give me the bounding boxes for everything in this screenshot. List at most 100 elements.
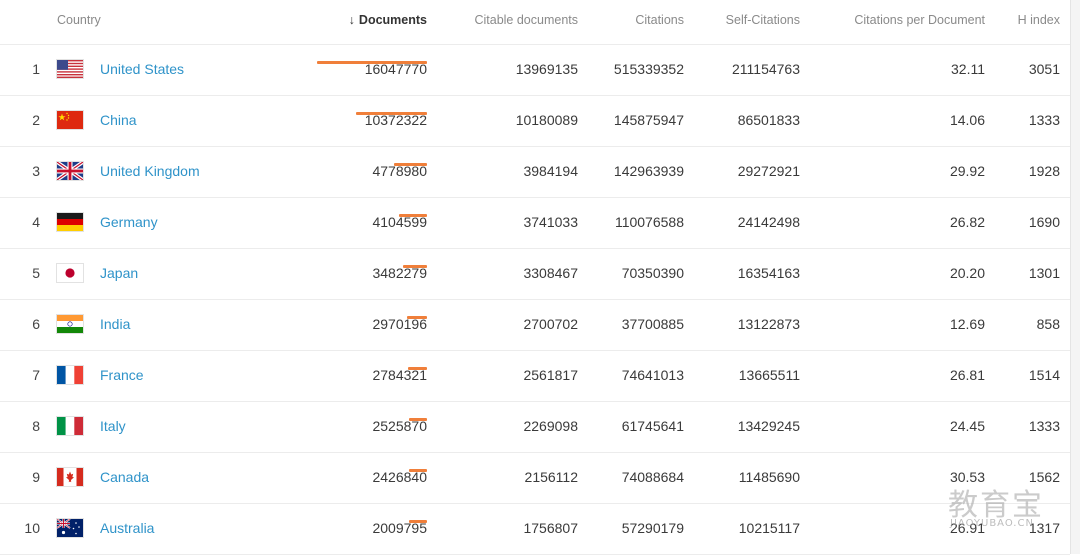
citations-cell: 74641013 [621, 367, 684, 383]
citable-documents-cell: 10180089 [515, 112, 578, 128]
country-link[interactable]: Canada [100, 469, 149, 485]
column-header-country[interactable]: Country [57, 13, 101, 27]
table-row: 9 Canada 2426840 2156112 74088684 11485690 30.… [0, 453, 1070, 504]
citable-documents-cell: 3741033 [523, 214, 578, 230]
table-row: 10 Australia 2009795 1756807 57290179 1021511… [0, 504, 1070, 555]
japan-flag-icon [57, 264, 83, 282]
self-citations-cell: 16354163 [737, 265, 800, 281]
self-citations-cell: 29272921 [737, 163, 800, 179]
rank-cell: 4 [32, 214, 40, 230]
self-citations-cell: 13122873 [737, 316, 800, 332]
documents-share-bar [409, 418, 427, 421]
self-citations-cell: 24142498 [737, 214, 800, 230]
table-row: 4 Germany 4104599 3741033 110076588 24142498 2… [0, 198, 1070, 249]
h-index-cell: 1514 [1028, 367, 1060, 383]
column-header-citations-per-document[interactable]: Citations per Document [854, 13, 985, 27]
country-ranking-table: Country ↓ Documents Citable documents Cit… [0, 0, 1070, 555]
column-header-h-index[interactable]: H index [1018, 13, 1060, 27]
rank-cell: 5 [32, 265, 40, 281]
france-flag-icon [57, 366, 83, 384]
country-link[interactable]: Japan [100, 265, 138, 281]
citations-per-document-cell: 26.82 [949, 214, 985, 230]
germany-flag-icon [57, 213, 83, 231]
documents-share-bar [317, 61, 427, 64]
documents-share-bar [407, 316, 427, 319]
rank-cell: 2 [32, 112, 40, 128]
citable-documents-cell: 3984194 [523, 163, 578, 179]
citable-documents-cell: 3308467 [523, 265, 578, 281]
citable-documents-cell: 2156112 [524, 469, 578, 485]
country-link[interactable]: United Kingdom [100, 163, 200, 179]
rank-cell: 7 [32, 367, 40, 383]
citable-documents-cell: 2561817 [523, 367, 578, 383]
table-row: 6 India 2970196 2700702 37700885 13122873 12.6… [0, 300, 1070, 351]
citable-documents-cell: 13969135 [515, 61, 578, 77]
table-row: 3 United Kingdom 4778980 3984194 142963939 29… [0, 147, 1070, 198]
country-link[interactable]: India [100, 316, 130, 332]
table-row: 2 China 10372322 10180089 145875947 86501833 1… [0, 96, 1070, 147]
country-link[interactable]: Italy [100, 418, 126, 434]
rank-cell: 9 [32, 469, 40, 485]
china-flag-icon [57, 111, 83, 129]
country-link[interactable]: Australia [100, 520, 154, 536]
self-citations-cell: 86501833 [737, 112, 800, 128]
citations-per-document-cell: 26.91 [949, 520, 985, 536]
table-row: 7 France 2784321 2561817 74641013 13665511 26.… [0, 351, 1070, 402]
citations-per-document-cell: 20.20 [949, 265, 985, 281]
h-index-cell: 858 [1036, 316, 1060, 332]
citations-per-document-cell: 29.92 [949, 163, 985, 179]
country-link[interactable]: France [100, 367, 144, 383]
h-index-cell: 3051 [1028, 61, 1060, 77]
citations-cell: 515339352 [613, 61, 684, 77]
table-row: 5 Japan 3482279 3308467 70350390 16354163 20.2… [0, 249, 1070, 300]
column-header-documents[interactable]: ↓ Documents [349, 13, 427, 27]
us-flag-icon [57, 60, 83, 78]
documents-share-bar [408, 367, 427, 370]
rank-cell: 6 [32, 316, 40, 332]
documents-share-bar [356, 112, 427, 115]
citations-cell: 145875947 [613, 112, 684, 128]
table-body: 1 United States 16047770 13969135 515339352 2… [0, 45, 1070, 555]
self-citations-cell: 211154763 [732, 61, 800, 77]
rank-cell: 8 [32, 418, 40, 434]
self-citations-cell: 13429245 [737, 418, 800, 434]
citations-cell: 142963939 [613, 163, 684, 179]
italy-flag-icon [57, 417, 83, 435]
citations-per-document-cell: 32.11 [951, 61, 985, 77]
citations-per-document-cell: 12.69 [949, 316, 985, 332]
citable-documents-cell: 2700702 [523, 316, 578, 332]
citations-cell: 57290179 [621, 520, 684, 536]
documents-share-bar [403, 265, 427, 268]
citable-documents-cell: 2269098 [523, 418, 578, 434]
self-citations-cell: 13665511 [738, 367, 800, 383]
rank-cell: 10 [24, 520, 40, 536]
scrollbar-track[interactable] [1070, 0, 1080, 554]
rank-cell: 3 [32, 163, 40, 179]
country-link[interactable]: United States [100, 61, 184, 77]
citations-cell: 74088684 [621, 469, 684, 485]
documents-share-bar [409, 520, 427, 523]
country-link[interactable]: Germany [100, 214, 158, 230]
australia-flag-icon [57, 519, 83, 537]
h-index-cell: 1333 [1028, 418, 1060, 434]
canada-flag-icon [57, 468, 83, 486]
h-index-cell: 1928 [1028, 163, 1060, 179]
column-header-citable-documents[interactable]: Citable documents [474, 13, 578, 27]
citations-cell: 110076588 [614, 214, 684, 230]
column-header-documents-label: Documents [358, 13, 427, 27]
citations-cell: 37700885 [621, 316, 684, 332]
sort-descending-icon: ↓ [348, 13, 355, 27]
column-header-self-citations[interactable]: Self-Citations [726, 13, 800, 27]
documents-share-bar [409, 469, 427, 472]
self-citations-cell: 11485690 [738, 469, 800, 485]
table-header: Country ↓ Documents Citable documents Cit… [0, 0, 1070, 45]
citations-cell: 61745641 [621, 418, 684, 434]
h-index-cell: 1301 [1028, 265, 1060, 281]
h-index-cell: 1333 [1028, 112, 1060, 128]
uk-flag-icon [57, 162, 83, 180]
h-index-cell: 1562 [1028, 469, 1060, 485]
citations-per-document-cell: 30.53 [949, 469, 985, 485]
column-header-citations[interactable]: Citations [635, 13, 684, 27]
country-link[interactable]: China [100, 112, 137, 128]
citations-cell: 70350390 [621, 265, 684, 281]
